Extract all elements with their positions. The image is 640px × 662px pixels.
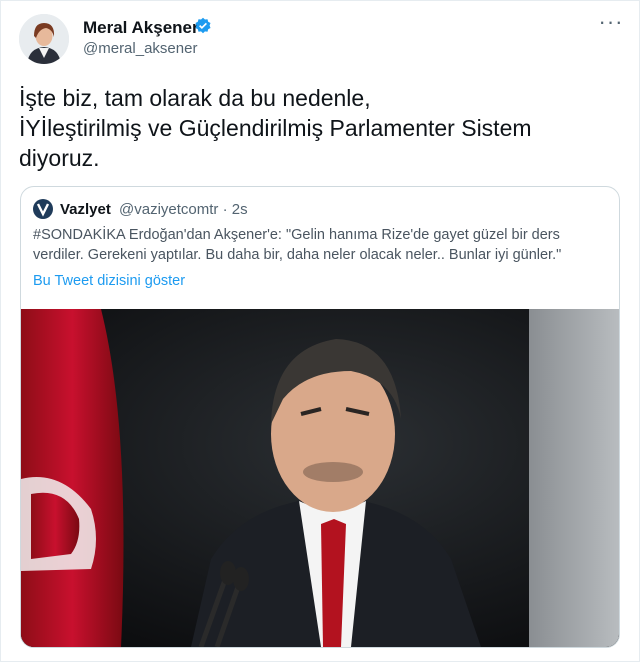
avatar-image: [19, 14, 69, 64]
author-handle[interactable]: @meral_aksener: [83, 40, 197, 57]
speaker-photo: [21, 309, 619, 647]
quoted-author-handle[interactable]: @vaziyetcomtr · 2s: [119, 201, 248, 218]
tweet-text-line: İYİleştirilmiş ve Güçlendirilmiş Parlame…: [19, 115, 532, 141]
verified-badge-icon: [195, 17, 211, 34]
quoted-text-line: verdiler. Gerekeni yaptılar. Bu daha bir…: [33, 247, 562, 263]
tweet-text-line: diyoruz.: [19, 145, 100, 171]
tweet-card: Meral Akşener @meral_aksener ··· İşte bi…: [0, 0, 640, 662]
quoted-tweet-photo[interactable]: [21, 309, 619, 647]
quoted-text-line: #SONDAKİKA Erdoğan'dan Akşener'e: "Gelin…: [33, 227, 560, 243]
quoted-author-avatar[interactable]: [33, 199, 53, 219]
quoted-tweet-text: #SONDAKİKA Erdoğan'dan Akşener'e: "Gelin…: [33, 225, 613, 265]
author-avatar[interactable]: [19, 14, 69, 64]
tweet-text: İşte biz, tam olarak da bu nedenle, İYİl…: [19, 83, 619, 173]
more-options-icon[interactable]: ···: [598, 11, 624, 35]
quoted-tweet[interactable]: Vazlyet @vaziyetcomtr · 2s #SONDAKİKA Er…: [20, 186, 620, 648]
v-logo-icon: [36, 203, 50, 217]
quoted-author-name[interactable]: Vazlyet: [60, 201, 111, 218]
tweet-text-line: İşte biz, tam olarak da bu nedenle,: [19, 85, 371, 111]
author-name[interactable]: Meral Akşener: [83, 18, 199, 38]
show-thread-link[interactable]: Bu Tweet dizisini göster: [33, 273, 185, 289]
